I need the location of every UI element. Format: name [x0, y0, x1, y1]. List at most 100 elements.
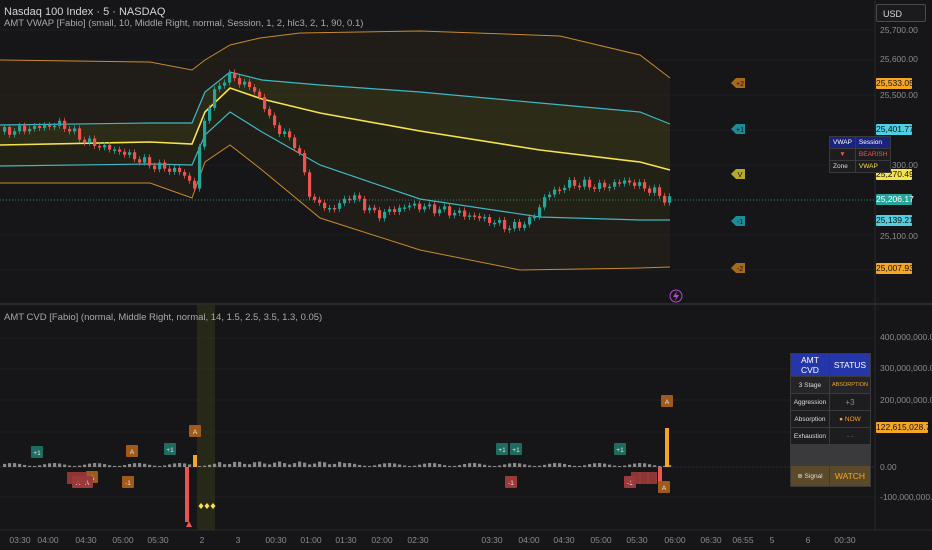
- candle-body: [123, 151, 127, 155]
- cvd-bar: [453, 465, 457, 467]
- cvd-bar: [123, 465, 127, 467]
- candle-body: [28, 128, 32, 132]
- cvd-bar: [313, 463, 317, 467]
- cvd-bar: [158, 465, 162, 467]
- candle-body: [368, 207, 372, 211]
- cvd-bar: [13, 463, 17, 467]
- candle-body: [138, 159, 142, 163]
- cvd-table-cell: [828, 444, 872, 466]
- candle-body: [593, 187, 597, 189]
- cvd-table-cell: ABSORPTION: [828, 376, 872, 394]
- candle-body: [603, 182, 607, 188]
- cvd-bar: [488, 465, 492, 467]
- time-axis-label: 00:30: [265, 535, 287, 545]
- cvd-bar: [18, 463, 22, 467]
- candle-body: [563, 187, 567, 191]
- candle-body: [83, 139, 87, 143]
- cvd-bar: [233, 461, 237, 467]
- cvd-bar: [333, 463, 337, 467]
- vwap-table-cell: Zone: [829, 160, 856, 173]
- cvd-bar: [78, 465, 82, 467]
- last-price-tag: 25,206.17: [876, 194, 914, 205]
- candle-body: [158, 162, 162, 170]
- cvd-bar: [503, 464, 507, 467]
- cvd-bar: [428, 463, 432, 467]
- cvd-axis-label: -100,000,000.00: [880, 492, 932, 502]
- time-axis-label: 01:00: [300, 535, 322, 545]
- candle-body: [568, 179, 572, 188]
- cvd-bar: [583, 465, 587, 467]
- upper-band-2-price-tag: 25,533.05: [876, 78, 914, 89]
- cvd-event-label: -1: [508, 480, 514, 487]
- candle-body: [73, 128, 77, 132]
- candle-body: [348, 198, 352, 201]
- candle-body: [633, 182, 637, 186]
- candle-body: [133, 152, 137, 160]
- cvd-bar: [73, 465, 77, 467]
- candle-body: [313, 196, 317, 200]
- cvd-bar: [133, 463, 137, 467]
- cvd-bar: [558, 463, 562, 467]
- candle-body: [513, 221, 517, 229]
- candle-body: [243, 81, 247, 85]
- cvd-bar: [478, 463, 482, 467]
- cvd-bar: [63, 464, 67, 467]
- cvd-table-cell: - -: [828, 427, 872, 445]
- candle-body: [288, 131, 292, 138]
- candle-body: [423, 206, 427, 210]
- cvd-bar: [373, 465, 377, 467]
- cvd-bar: [628, 464, 632, 467]
- candle-body: [538, 207, 542, 217]
- price-axis-label: 25,100.00: [880, 231, 918, 241]
- candle-body: [3, 127, 7, 132]
- cvd-bar: [293, 463, 297, 467]
- candle-body: [578, 185, 582, 188]
- cvd-table-cell: WATCH: [828, 465, 872, 487]
- cvd-bar: [448, 465, 452, 467]
- band-marker-label: -2: [737, 266, 743, 273]
- candle-body: [228, 72, 232, 83]
- candle-body: [148, 157, 152, 166]
- cvd-bar: [278, 461, 282, 467]
- candle-body: [383, 211, 387, 219]
- cvd-indicator-title[interactable]: AMT CVD [Fabio] (normal, Middle Right, n…: [4, 312, 322, 323]
- cvd-bar: [178, 463, 182, 467]
- time-axis-label: 03:30: [9, 535, 31, 545]
- candle-body: [343, 198, 347, 204]
- cvd-bar: [548, 463, 552, 467]
- cvd-bar: [358, 464, 362, 467]
- candle-body: [18, 125, 22, 132]
- candle-body: [273, 115, 277, 126]
- cvd-axis-label: 200,000,000.00: [880, 395, 932, 405]
- candle-body: [403, 207, 407, 209]
- price-axis-label: 25,700.00: [880, 25, 918, 35]
- candle-body: [303, 153, 307, 173]
- time-axis-label: 05:30: [626, 535, 648, 545]
- currency-button[interactable]: USD: [876, 4, 926, 22]
- time-axis-label: 06:30: [700, 535, 722, 545]
- vwap-direction-icon: ▼: [829, 148, 856, 161]
- candle-body: [558, 189, 562, 192]
- vwap-indicator-title[interactable]: AMT VWAP [Fabio] (small, 10, Middle Righ…: [4, 18, 363, 29]
- candle-body: [23, 125, 27, 132]
- candle-body: [358, 195, 362, 199]
- cvd-bar: [203, 465, 207, 467]
- cvd-bar: [253, 462, 257, 467]
- candle-body: [78, 128, 82, 140]
- cvd-table-cell: ⊕ Signal: [790, 465, 830, 487]
- candle-body: [443, 206, 447, 210]
- cvd-bar: [368, 465, 372, 467]
- candle-body: [113, 149, 117, 151]
- cvd-bar: [608, 464, 612, 467]
- cvd-bar: [618, 465, 622, 467]
- cvd-bar: [378, 464, 382, 467]
- cvd-bar: [648, 464, 652, 467]
- candle-body: [658, 187, 662, 196]
- vwap-table-cell: VWAP: [854, 160, 892, 173]
- cvd-bar: [48, 463, 52, 467]
- cvd-bar: [23, 464, 27, 467]
- time-axis-label: 06:00: [664, 535, 686, 545]
- cvd-bar: [213, 463, 217, 467]
- cvd-bar: [298, 461, 302, 467]
- lower-band-2-price-tag: 25,007.93: [876, 263, 914, 274]
